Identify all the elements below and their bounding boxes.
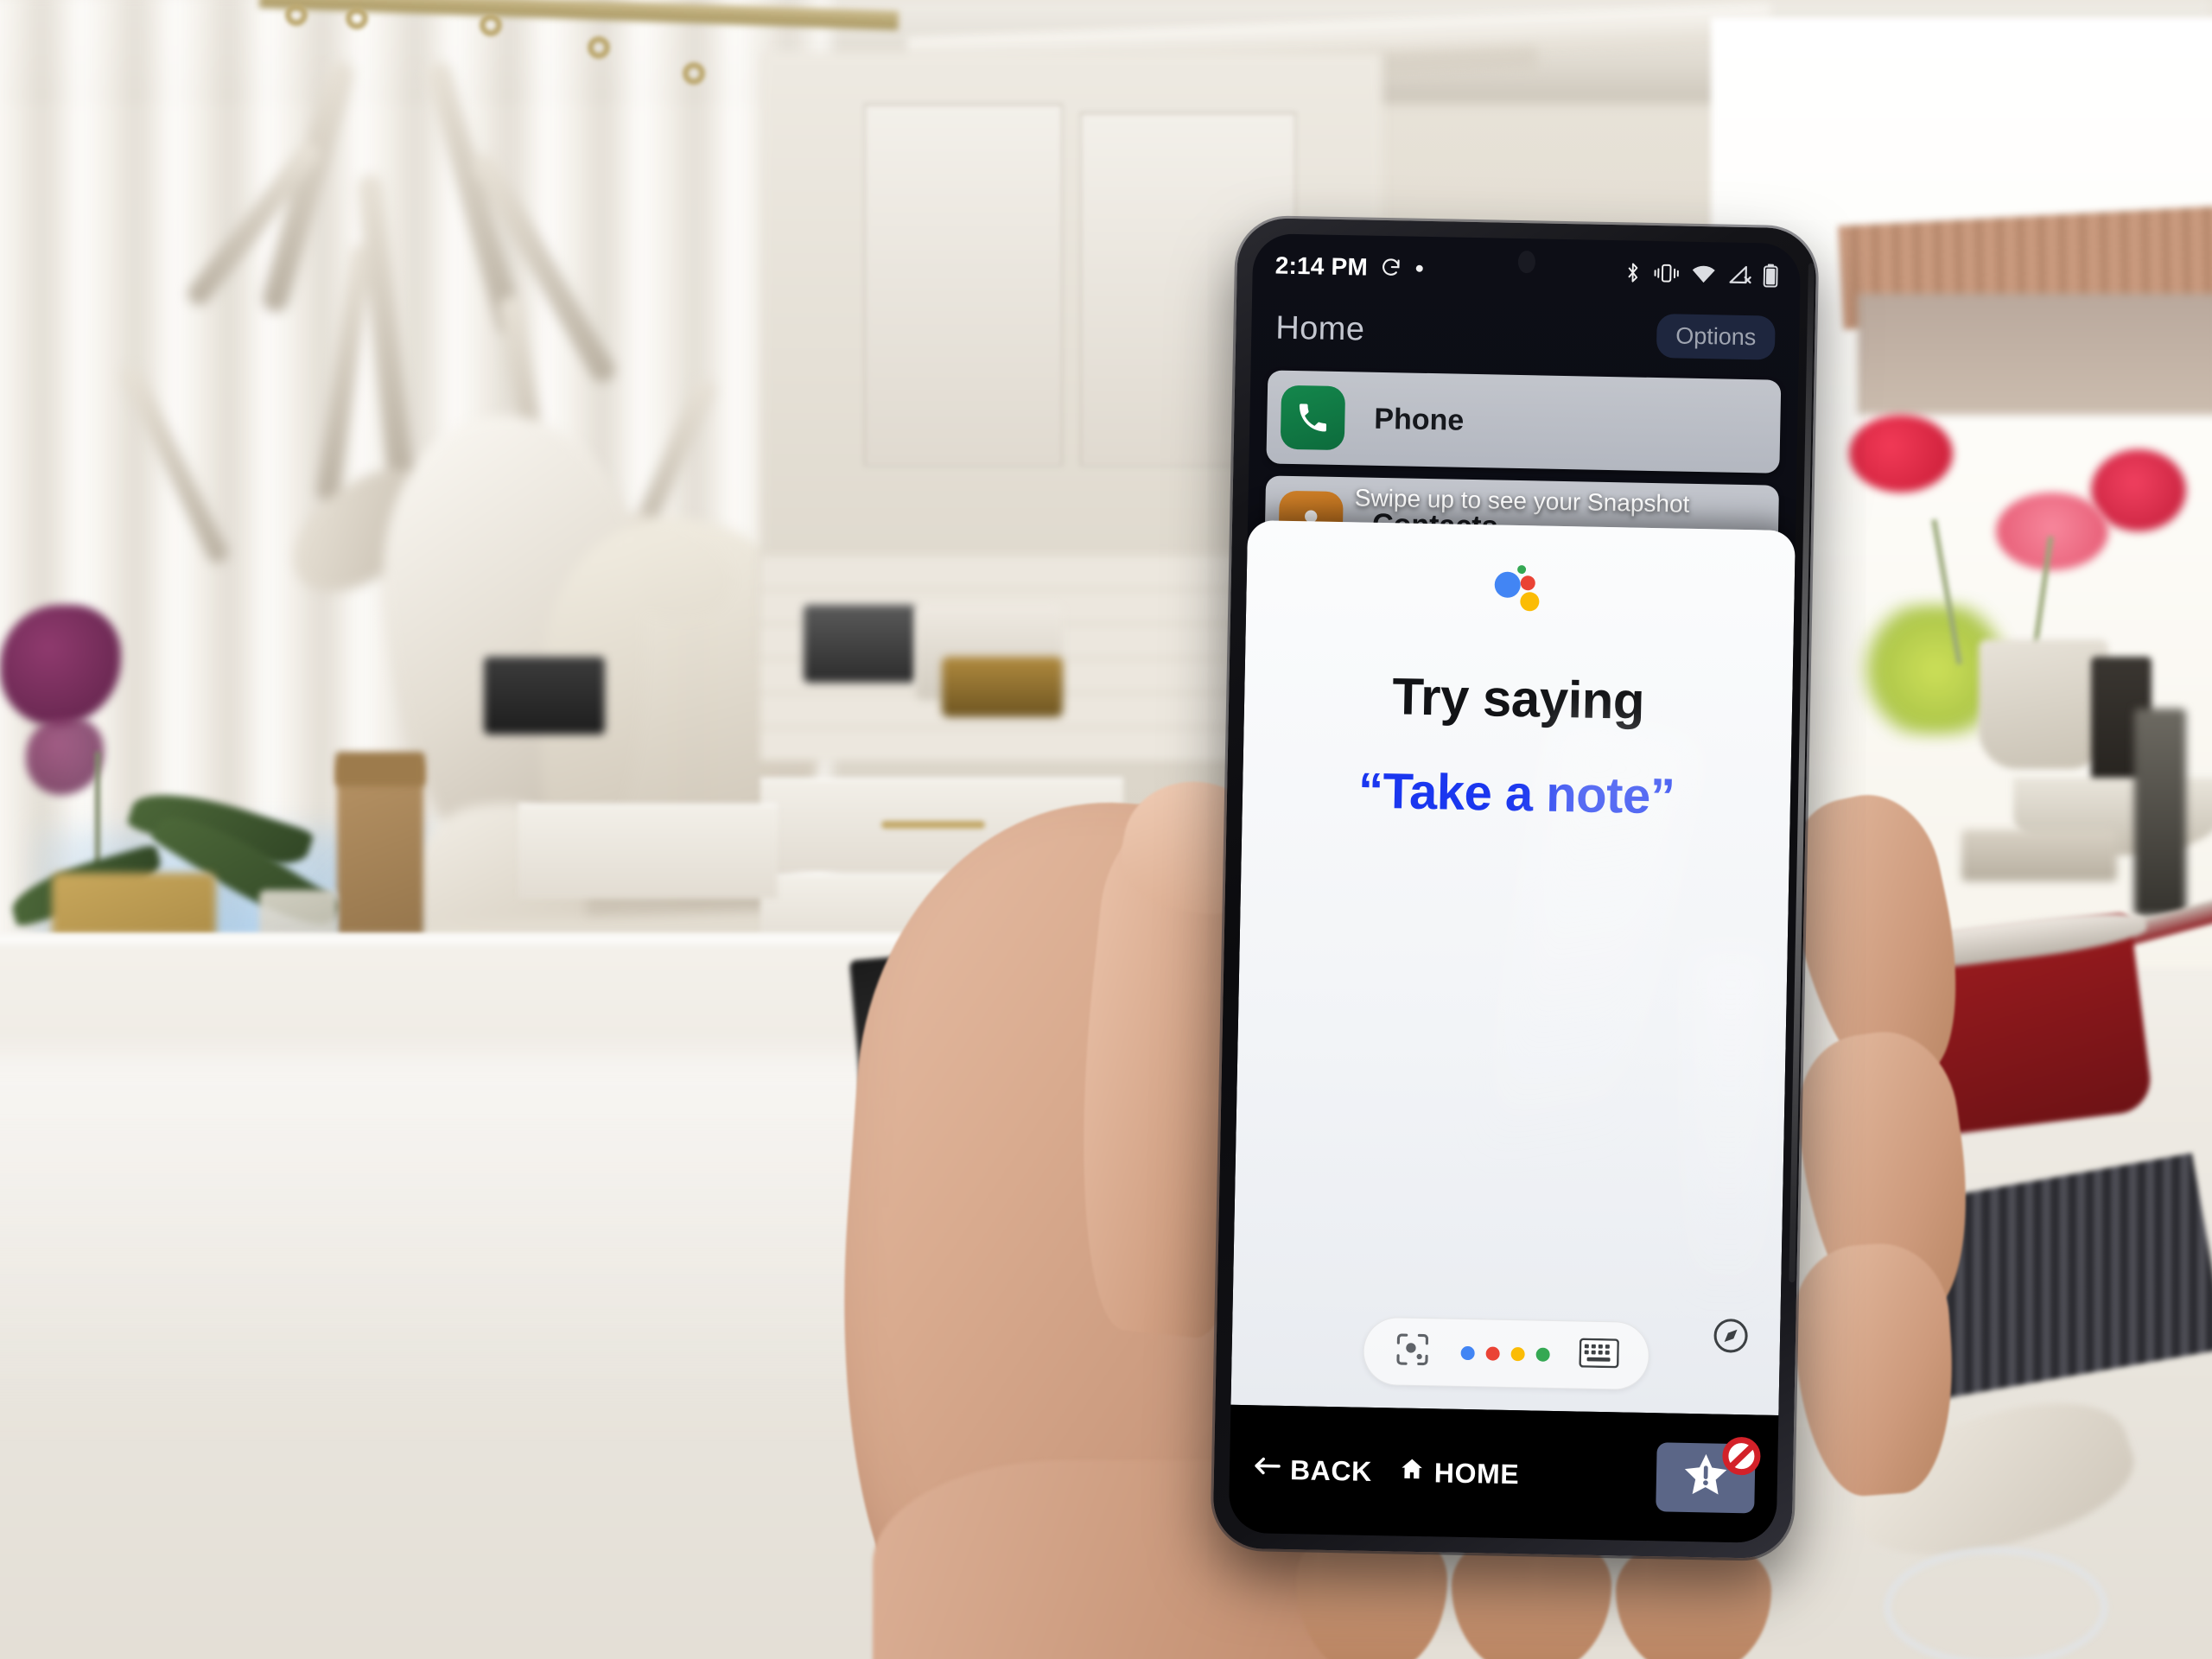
home-button[interactable]: HOME [1397, 1456, 1520, 1491]
phone-screen[interactable]: 2:14 PM Home Options Phone Swipe up to s… [1228, 233, 1802, 1543]
assistant-dots[interactable] [1460, 1345, 1550, 1362]
status-clock: 2:14 PM [1274, 251, 1369, 281]
dot-indicator-icon [1414, 264, 1425, 274]
assistant-toolbar [1231, 1314, 1780, 1393]
page-title: Home [1275, 309, 1365, 348]
compass-explore-icon[interactable] [1711, 1315, 1751, 1356]
screenshot-root: 2:14 PM Home Options Phone Swipe up to s… [0, 0, 2212, 1659]
phone-icon [1280, 385, 1346, 451]
assistant-suggested-phrase: “Take a note” [1357, 762, 1675, 825]
google-assistant-icon [1494, 563, 1547, 612]
bluetooth-icon [1623, 260, 1643, 284]
options-button[interactable]: Options [1656, 313, 1776, 360]
star-alert-button[interactable] [1656, 1436, 1761, 1514]
smartphone: 2:14 PM Home Options Phone Swipe up to s… [1212, 217, 1817, 1560]
app-bar: Home Options [1251, 294, 1800, 372]
alarm-rotate-icon [1380, 257, 1402, 279]
list-item-label: Phone [1374, 402, 1465, 437]
assistant-panel: Try saying “Take a note” [1230, 519, 1796, 1415]
no-entry-badge-icon [1722, 1436, 1761, 1476]
deer-sculpture [118, 0, 842, 1096]
list-item-phone[interactable]: Phone [1266, 370, 1782, 474]
keyboard-icon[interactable] [1578, 1338, 1619, 1373]
wifi-icon [1690, 264, 1716, 285]
vibrate-icon [1653, 262, 1679, 285]
home-icon [1397, 1456, 1426, 1490]
battery-icon [1763, 264, 1778, 288]
navigation-bar: BACK HOME [1228, 1404, 1779, 1543]
assistant-heading: Try saying [1391, 667, 1645, 730]
back-button[interactable]: BACK [1252, 1452, 1373, 1488]
arrow-left-icon [1252, 1452, 1282, 1486]
google-lens-icon[interactable] [1393, 1330, 1432, 1373]
cellular-no-signal-icon [1727, 264, 1751, 286]
home-label: HOME [1433, 1456, 1520, 1490]
back-label: BACK [1289, 1453, 1373, 1487]
